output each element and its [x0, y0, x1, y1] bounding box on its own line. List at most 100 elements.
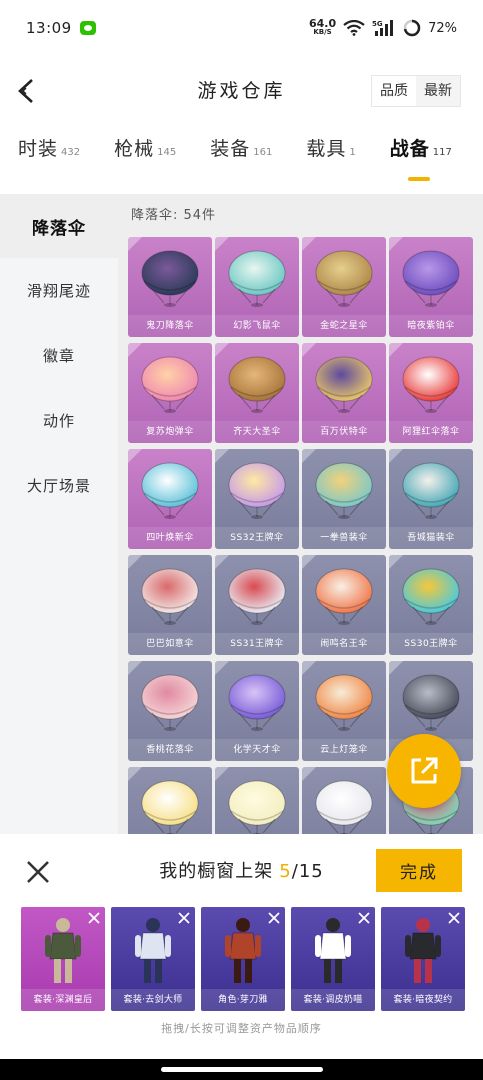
remove-item-button[interactable]	[356, 910, 372, 926]
parachute-card[interactable]: 复苏炮弹伞	[128, 343, 212, 443]
parachute-name: 暗夜紫铂伞	[389, 315, 473, 337]
home-bar[interactable]	[161, 1067, 323, 1072]
parachute-name: SS30王牌伞	[389, 633, 473, 655]
tab-count: 432	[61, 147, 81, 158]
showcase-item-label: 套装·深渊皇后	[21, 989, 105, 1011]
remove-x-icon	[88, 912, 100, 924]
parachute-card[interactable]: SS30王牌伞	[389, 555, 473, 655]
showcase-item[interactable]: 套装·暗夜契约	[381, 907, 465, 1011]
tab-equipment[interactable]: 装备 161	[210, 134, 272, 161]
remove-item-button[interactable]	[176, 910, 192, 926]
remove-x-icon	[448, 912, 460, 924]
tab-count: 145	[157, 147, 177, 158]
tab-combat-supplies[interactable]: 战备 117	[389, 134, 452, 181]
tab-fashion[interactable]: 时装 432	[18, 134, 80, 161]
parachute-card[interactable]: 百万伏特伞	[302, 343, 386, 443]
parachute-card[interactable]: 齐天大圣伞	[215, 343, 299, 443]
tab-label: 载具	[306, 138, 347, 160]
sort-toggle: 品质 最新	[371, 75, 461, 107]
parachute-card[interactable]: 阿狸红伞落伞	[389, 343, 473, 443]
parachute-card[interactable]: 巴巴如意伞	[128, 555, 212, 655]
parachute-image	[228, 250, 286, 307]
wifi-icon	[343, 20, 365, 36]
parachute-name: 金蛇之星伞	[302, 315, 386, 337]
net-speed-unit: KB/S	[313, 28, 332, 36]
tab-label: 时装	[18, 138, 59, 160]
sidebar-item-lobby-scene[interactable]: 大厅场景	[0, 453, 118, 518]
tab-label: 枪械	[114, 138, 155, 160]
showcase-title-text: 我的橱窗上架	[159, 861, 274, 882]
done-button[interactable]: 完成	[376, 849, 462, 892]
parachute-image	[402, 568, 460, 625]
parachute-image	[402, 250, 460, 307]
showcase-item-label: 套装·调皮奶喵	[291, 989, 375, 1011]
parachute-card[interactable]: SS32王牌伞	[215, 449, 299, 549]
remove-item-button[interactable]	[446, 910, 462, 926]
home-indicator	[0, 1059, 483, 1080]
parachute-image	[402, 674, 460, 731]
parachute-image	[228, 780, 286, 834]
remove-x-icon	[178, 912, 190, 924]
remove-item-button[interactable]	[266, 910, 282, 926]
parachute-name: 齐天大圣伞	[215, 421, 299, 443]
parachute-name: SS31王牌伞	[215, 633, 299, 655]
parachute-card[interactable]	[128, 767, 212, 834]
showcase-item[interactable]: 套装·调皮奶喵	[291, 907, 375, 1011]
showcase-max: 15	[298, 861, 324, 882]
tab-vehicles[interactable]: 载具 1	[306, 134, 355, 161]
net-speed-value: 64.0	[308, 17, 337, 30]
parachute-image	[402, 462, 460, 519]
parachute-card[interactable]: 闹鸣名王伞	[302, 555, 386, 655]
parachute-name: 云上灯笼伞	[302, 739, 386, 761]
parachute-card[interactable]: 金蛇之星伞	[302, 237, 386, 337]
parachute-image	[315, 780, 373, 834]
showcase-count: 5	[279, 861, 292, 882]
sidebar-item-glide-trail[interactable]: 滑翔尾迹	[0, 258, 118, 323]
parachute-card[interactable]: 吾城猫装伞	[389, 449, 473, 549]
sidebar-item-emote[interactable]: 动作	[0, 388, 118, 453]
sidebar-item-parachute[interactable]: 降落伞	[0, 194, 118, 258]
parachute-name: 巴巴如意伞	[128, 633, 212, 655]
parachute-card[interactable]: 一拳兽装伞	[302, 449, 386, 549]
showcase-item[interactable]: 套装·去剑大师	[111, 907, 195, 1011]
share-button[interactable]	[387, 734, 461, 808]
showcase-panel: 我的橱窗上架 5/15 完成 套装·深渊皇后 套装·去剑大师 角色·芽刀雅 套装·调皮奶…	[0, 834, 483, 1080]
battery-text: 72%	[428, 20, 457, 36]
parachute-card[interactable]	[215, 767, 299, 834]
parachute-card[interactable]: 化学天才伞	[215, 661, 299, 761]
parachute-image	[315, 250, 373, 307]
parachute-image	[315, 462, 373, 519]
sort-by-quality[interactable]: 品质	[372, 76, 416, 106]
parachute-name: SS32王牌伞	[215, 527, 299, 549]
back-button[interactable]	[12, 74, 42, 108]
chevron-left-icon	[18, 79, 33, 103]
parachute-card[interactable]: 暗夜紫铂伞	[389, 237, 473, 337]
parachute-image	[402, 356, 460, 413]
tab-label: 战备	[389, 138, 430, 160]
network-type-text: 5G	[372, 20, 383, 28]
parachute-image	[228, 674, 286, 731]
parachute-card[interactable]: 四叶焕新伞	[128, 449, 212, 549]
remove-item-button[interactable]	[86, 910, 102, 926]
sort-by-newest[interactable]: 最新	[416, 76, 460, 106]
parachute-name: 一拳兽装伞	[302, 527, 386, 549]
outfit-figure-image	[45, 918, 81, 983]
parachute-card[interactable]: 香桃花落伞	[128, 661, 212, 761]
parachute-image	[141, 250, 199, 307]
parachute-image	[141, 780, 199, 834]
parachute-card[interactable]: 云上灯笼伞	[302, 661, 386, 761]
tab-guns[interactable]: 枪械 145	[114, 134, 176, 161]
showcase-item[interactable]: 套装·深渊皇后	[21, 907, 105, 1011]
parachute-card[interactable]: SS31王牌伞	[215, 555, 299, 655]
wechat-notification-icon	[79, 21, 96, 35]
parachute-card[interactable]	[302, 767, 386, 834]
parachute-name: 化学天才伞	[215, 739, 299, 761]
parachute-card[interactable]: 鬼刀降落伞	[128, 237, 212, 337]
remove-x-icon	[358, 912, 370, 924]
parachute-image	[228, 356, 286, 413]
parachute-card[interactable]: 幻影飞鼠伞	[215, 237, 299, 337]
parachute-image	[228, 462, 286, 519]
parachute-image	[141, 568, 199, 625]
showcase-item[interactable]: 角色·芽刀雅	[201, 907, 285, 1011]
sidebar-item-badge[interactable]: 徽章	[0, 323, 118, 388]
